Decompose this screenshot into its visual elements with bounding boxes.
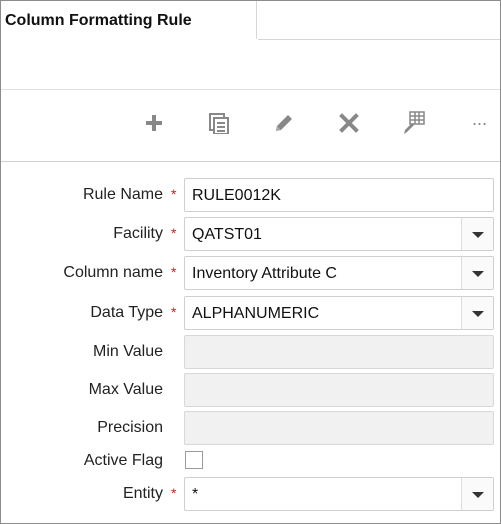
- entity-dropdown-button[interactable]: [461, 478, 493, 510]
- chevron-down-icon: [472, 271, 484, 277]
- required-marker: *: [171, 186, 177, 202]
- required-marker: *: [171, 225, 177, 241]
- column-name-value: Inventory Attribute C: [192, 265, 337, 282]
- data-type-select[interactable]: ALPHANUMERIC: [184, 296, 494, 330]
- facility-select[interactable]: QATST01: [184, 217, 494, 251]
- copy-button[interactable]: [204, 108, 234, 138]
- table-edit-icon: [404, 111, 425, 134]
- toolbar: ···: [1, 90, 500, 160]
- column-name-dropdown-button[interactable]: [461, 257, 493, 289]
- max-value-label: Max Value: [88, 381, 163, 398]
- edit-button[interactable]: [269, 108, 299, 138]
- facility-dropdown-button[interactable]: [461, 218, 493, 250]
- entity-value: *: [192, 486, 199, 503]
- rule-name-label: Rule Name: [82, 186, 163, 203]
- min-value-input[interactable]: [184, 335, 494, 369]
- column-name-label: Column name: [63, 264, 163, 281]
- rule-form: Rule Name * RULE0012K Facility * QATST01…: [1, 162, 500, 523]
- entity-select[interactable]: *: [184, 477, 494, 511]
- facility-value: QATST01: [192, 226, 262, 243]
- required-marker: *: [171, 485, 177, 501]
- required-marker: *: [171, 264, 177, 280]
- entity-label: Entity: [122, 485, 163, 502]
- data-type-value: ALPHANUMERIC: [192, 305, 320, 322]
- column-name-select[interactable]: Inventory Attribute C: [184, 256, 494, 290]
- chevron-down-icon: [472, 311, 484, 317]
- active-flag-checkbox[interactable]: [185, 451, 203, 469]
- add-icon: [146, 115, 162, 131]
- min-value-label: Min Value: [93, 343, 163, 360]
- delete-icon: [339, 113, 359, 133]
- precision-input[interactable]: [184, 411, 494, 445]
- precision-label: Precision: [97, 419, 163, 436]
- chevron-down-icon: [472, 492, 484, 498]
- tab-label: Column Formatting Rule: [5, 12, 192, 29]
- max-value-input[interactable]: [184, 373, 494, 407]
- data-type-dropdown-button[interactable]: [461, 297, 493, 329]
- edit-icon: [276, 115, 292, 131]
- facility-label: Facility: [113, 225, 163, 242]
- add-button[interactable]: [139, 108, 169, 138]
- active-flag-label: Active Flag: [83, 452, 163, 469]
- delete-button[interactable]: [334, 108, 364, 138]
- rule-name-value: RULE0012K: [192, 187, 281, 204]
- more-button[interactable]: ···: [464, 108, 494, 138]
- data-type-label: Data Type: [90, 304, 163, 321]
- chevron-down-icon: [472, 232, 484, 238]
- tab-column-formatting-rule[interactable]: Column Formatting Rule: [1, 1, 257, 39]
- column-formatting-rule-panel: Column Formatting Rule ··· Rule Name * R…: [0, 0, 501, 524]
- more-icon: ···: [471, 112, 488, 133]
- tab-bar-filler: [258, 1, 500, 40]
- table-edit-button[interactable]: [399, 108, 429, 138]
- copy-icon: [209, 113, 229, 134]
- required-marker: *: [171, 304, 177, 320]
- rule-name-input[interactable]: RULE0012K: [184, 178, 494, 212]
- tab-bar: Column Formatting Rule: [1, 1, 500, 40]
